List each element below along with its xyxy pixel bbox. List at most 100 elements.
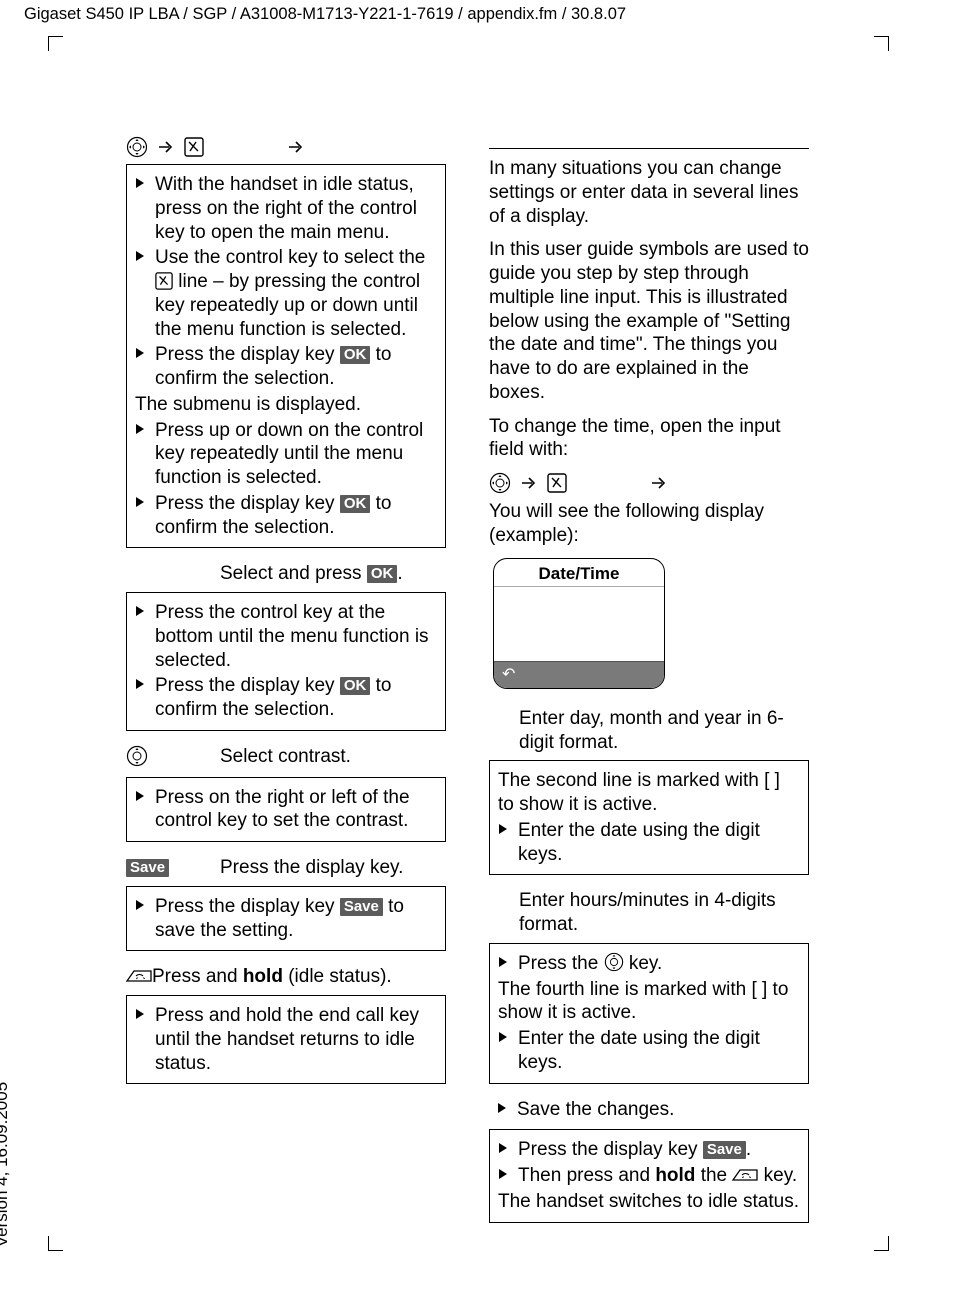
list-item: Use the control key to select the line –… (135, 246, 437, 341)
handset-screen: Date/Time ↶ (493, 558, 665, 689)
instruction-box: The second line is marked with [ ] to sh… (489, 760, 809, 875)
bullet-icon (135, 250, 147, 341)
text: The submenu is displayed. (135, 393, 437, 417)
paragraph: You will see the following display (exam… (489, 500, 809, 548)
control-key-icon (126, 745, 148, 767)
paragraph: In many situations you can change settin… (489, 157, 809, 228)
save-key: Save (126, 859, 169, 877)
ok-key: OK (340, 495, 371, 513)
text: Then press and hold the key. (518, 1164, 800, 1188)
lead-row: Select contrast. (126, 745, 446, 771)
ok-key: OK (340, 346, 371, 364)
divider (489, 148, 809, 149)
list-item: Enter the date using the digit keys. (498, 1027, 800, 1075)
end-call-key-icon (126, 967, 152, 985)
bullet-icon (135, 347, 147, 391)
crop-mark-icon (48, 36, 63, 51)
list-item: Press and hold the end call key until th… (135, 1004, 437, 1075)
list-item: Press the display key Save to save the s… (135, 895, 437, 943)
softkey-back-icon: ↶ (502, 665, 515, 685)
text: Press the key. (518, 952, 800, 976)
text: The second line is marked with [ ] to sh… (498, 769, 800, 817)
version-text: Version 4, 16.09.2005 (0, 1082, 12, 1247)
crop-mark-icon (874, 1236, 889, 1251)
lead-row: Save Press the display key. (126, 856, 446, 880)
settings-menu-icon (155, 272, 173, 290)
list-item: Press the control key at the bottom unti… (135, 601, 437, 672)
bullet-icon (135, 605, 147, 672)
instruction-box: Press the display key Save to save the s… (126, 886, 446, 952)
instruction-box: Press the control key at the bottom unti… (126, 592, 446, 731)
text: Save the changes. (517, 1098, 809, 1122)
text: Press the display key. (220, 856, 446, 880)
paragraph: To change the time, open the input field… (489, 415, 809, 463)
text: Press the control key at the bottom unti… (155, 601, 437, 672)
settings-menu-icon (184, 137, 204, 157)
text: Enter hours/minutes in 4-digits format. (519, 889, 809, 937)
arrow-right-icon (158, 140, 174, 154)
list-item: Save the changes. (497, 1098, 809, 1122)
lead-row: Enter hours/minutes in 4-digits format. (489, 889, 809, 937)
arrow-right-icon (651, 476, 667, 490)
settings-menu-icon (547, 473, 567, 493)
ok-key: OK (340, 677, 371, 695)
text: Enter the date using the digit keys. (518, 1027, 800, 1075)
text: Select and press OK. (220, 562, 446, 586)
list-item: Press the display key OK to confirm the … (135, 343, 437, 391)
bullet-icon (135, 790, 147, 834)
instruction-box: With the handset in idle status, press o… (126, 164, 446, 548)
bullet-icon (135, 1008, 147, 1075)
screen-softkeys: ↶ (494, 661, 664, 688)
text: Press the display key Save. (518, 1138, 800, 1162)
text: The fourth line is marked with [ ] to sh… (498, 978, 800, 1026)
list-item: Press the display key OK to confirm the … (135, 492, 437, 540)
instruction-box: Press on the right or left of the contro… (126, 777, 446, 843)
list-item: Enter the date using the digit keys. (498, 819, 800, 867)
bullet-icon (135, 177, 147, 244)
bullet-icon (498, 956, 510, 976)
control-key-icon (126, 136, 148, 158)
text: Press the display key Save to save the s… (155, 895, 437, 943)
text: Enter day, month and year in 6-digit for… (519, 707, 809, 755)
text: Press the display key OK to confirm the … (155, 674, 437, 722)
instruction-box: Press the display key Save. Then press a… (489, 1129, 809, 1222)
text: Press up or down on the control key repe… (155, 419, 437, 490)
list-item: With the handset in idle status, press o… (135, 173, 437, 244)
list-item: Press up or down on the control key repe… (135, 419, 437, 490)
bullet-icon (497, 1102, 509, 1122)
text: Press the display key OK to confirm the … (155, 492, 437, 540)
right-column: In many situations you can change settin… (489, 148, 809, 1237)
save-key: Save (340, 898, 383, 916)
ok-key: OK (367, 565, 398, 583)
crop-mark-icon (48, 1236, 63, 1251)
text: Select contrast. (220, 745, 446, 771)
nav-row (489, 472, 809, 494)
text: Press and hold the end call key until th… (155, 1004, 437, 1075)
lead-row: Press and hold (idle status). (126, 965, 446, 989)
bullet-icon (135, 496, 147, 540)
control-key-icon (604, 952, 624, 972)
screen-title: Date/Time (494, 559, 664, 587)
list-item: Press the display key Save. (498, 1138, 800, 1162)
list-item: Press the display key OK to confirm the … (135, 674, 437, 722)
bullet-icon (498, 1168, 510, 1188)
text: Enter the date using the digit keys. (518, 819, 800, 867)
end-call-key-icon (732, 1166, 758, 1184)
list-item: Press on the right or left of the contro… (135, 786, 437, 834)
screen-body (494, 587, 664, 661)
bullet-icon (135, 423, 147, 490)
arrow-right-icon (521, 476, 537, 490)
text: Press and hold (idle status). (152, 965, 446, 989)
lead-row: Enter day, month and year in 6-digit for… (489, 707, 809, 755)
text: With the handset in idle status, press o… (155, 173, 437, 244)
list-item: Press the key. (498, 952, 800, 976)
text: Press on the right or left of the contro… (155, 786, 437, 834)
bullet-icon (498, 1142, 510, 1162)
bullet-icon (135, 678, 147, 722)
lead-row: Select and press OK. (126, 562, 446, 586)
bullet-icon (135, 899, 147, 943)
paragraph: In this user guide symbols are used to g… (489, 238, 809, 404)
nav-row (126, 136, 446, 158)
crop-mark-icon (874, 36, 889, 51)
text: The handset switches to idle status. (498, 1190, 800, 1214)
